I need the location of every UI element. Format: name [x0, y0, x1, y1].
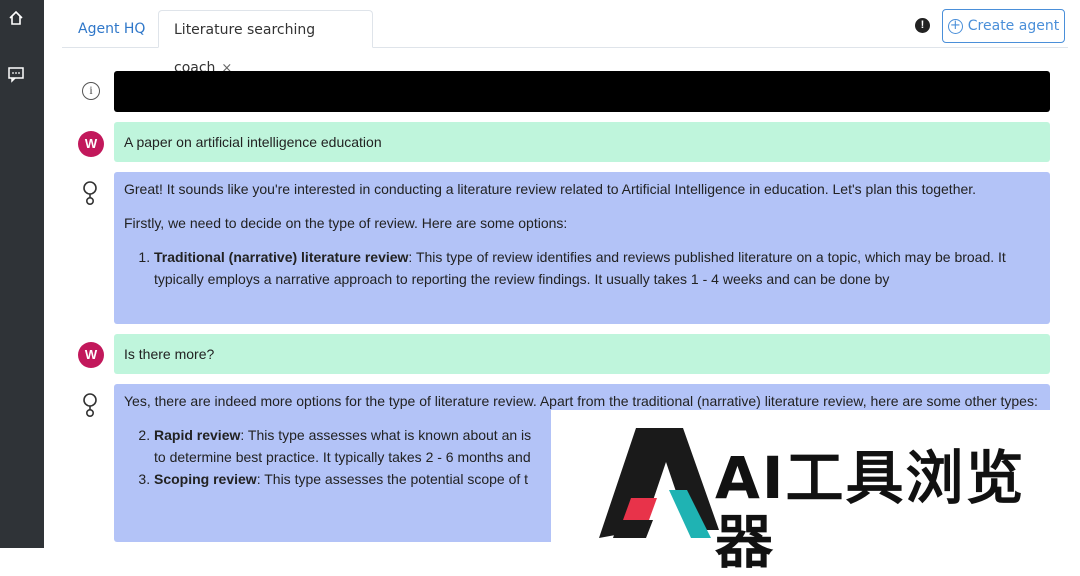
tab-label: Literature searching coach [174, 22, 316, 76]
message-paragraph: Yes, there are indeed more options for t… [124, 393, 1038, 409]
left-rail [0, 0, 44, 548]
avatar: W [78, 131, 104, 157]
item-text: : This type assesses the potential scope… [256, 471, 529, 487]
item-text: : This type assesses what is known about… [240, 427, 532, 443]
plus-circle-icon: + [947, 18, 963, 34]
system-message [114, 71, 1050, 112]
item-title: Scoping review [154, 471, 257, 487]
agent-icon [80, 392, 106, 418]
watermark-text: AI工具浏览器 [715, 444, 1026, 576]
message-paragraph: Firstly, we need to decide on the type o… [124, 215, 568, 231]
home-icon[interactable] [5, 8, 27, 28]
tab-agent-hq[interactable]: Agent HQ [78, 10, 145, 48]
list-item: Traditional (narrative) literature revie… [154, 246, 1040, 290]
info-icon[interactable]: i [82, 82, 100, 100]
item-title: Traditional (narrative) literature revie… [154, 249, 409, 265]
agent-icon [80, 180, 106, 206]
user-message: A paper on artificial intelligence educa… [114, 122, 1050, 162]
create-agent-label: Create agent [967, 18, 1060, 34]
watermark-overlay: AI工具浏览器 [551, 410, 1080, 574]
agent-message: Great! It sounds like you're interested … [114, 172, 1050, 324]
alert-icon[interactable]: ! [915, 18, 930, 33]
review-type-list: Traditional (narrative) literature revie… [124, 246, 1040, 290]
user-message: Is there more? [114, 334, 1050, 374]
item-title: Rapid review [154, 427, 241, 443]
chat-icon[interactable] [5, 64, 27, 84]
item-text: to determine best practice. It typically… [154, 449, 531, 465]
message-paragraph: Great! It sounds like you're interested … [124, 181, 977, 197]
create-agent-button[interactable]: + Create agent [942, 9, 1065, 43]
tab-bar: Agent HQ Literature searching coach × ! +… [62, 0, 1068, 76]
avatar: W [78, 342, 104, 368]
tab-literature-coach[interactable]: Literature searching coach × [158, 10, 373, 76]
